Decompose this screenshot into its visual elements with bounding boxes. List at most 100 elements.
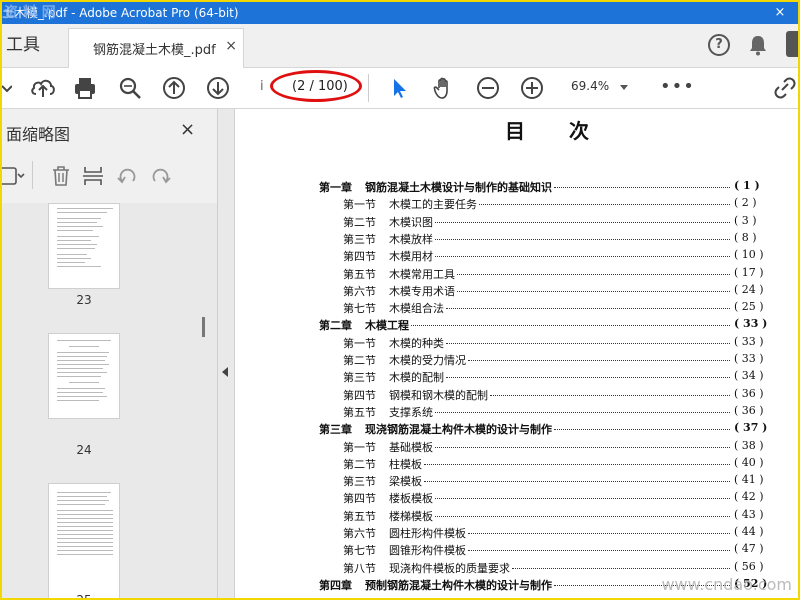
thumbnail-page-23[interactable]	[48, 203, 120, 289]
toc-page-number: ( 33 )	[734, 352, 764, 365]
thumbnail-page-25[interactable]	[48, 483, 120, 598]
toc-number: 第五节	[343, 267, 376, 281]
toc-leader-dots	[411, 325, 730, 327]
panel-collapse-handle[interactable]	[218, 109, 235, 598]
tab-document-label: 钢筋混凝土木模_.pdf	[93, 43, 216, 58]
toc-number: 第四节	[343, 388, 376, 402]
toc-number: 第二节	[343, 215, 376, 229]
thumbnail-page-number: 24	[76, 443, 92, 457]
page-up-icon[interactable]	[162, 76, 186, 100]
toc-section-row[interactable]: 第一节 木模工的主要任务 ( 2 )	[343, 196, 780, 213]
toc-title: 基础模板	[389, 440, 433, 454]
toc-leader-dots	[424, 481, 730, 483]
options-icon[interactable]	[2, 165, 25, 187]
toc-section-row[interactable]: 第四节 楼板模板 ( 42 )	[343, 490, 780, 507]
zoom-in-icon[interactable]	[520, 76, 544, 100]
toc-leader-dots	[435, 221, 730, 223]
tab-tools[interactable]: 工具	[2, 24, 64, 67]
toc-section-row[interactable]: 第二节 木模识图 ( 3 )	[343, 214, 780, 231]
redo-rotate-icon[interactable]	[150, 165, 172, 187]
scrollbar-thumb[interactable]	[202, 317, 205, 337]
toc-title: 圆锥形构件模板	[389, 544, 466, 558]
toc-title: 楼梯模板	[389, 509, 433, 523]
toc-section-row[interactable]: 第三节 梁模板 ( 41 )	[343, 473, 780, 490]
insert-pages-icon[interactable]	[82, 165, 104, 187]
panel-close-icon[interactable]: ×	[180, 119, 195, 140]
zoom-out-icon[interactable]	[476, 76, 500, 100]
bell-icon[interactable]	[748, 34, 768, 60]
toc-page-number: ( 44 )	[734, 525, 764, 538]
toc-number: 第七节	[343, 302, 376, 316]
toc-number: 第一节	[343, 198, 376, 212]
toc-section-row[interactable]: 第六节 圆柱形构件模板 ( 44 )	[343, 525, 780, 542]
thumbnail-scrollbar[interactable]	[198, 203, 210, 598]
toc-section-row[interactable]: 第一节 木模的种类 ( 33 )	[343, 335, 780, 352]
toc-section-row[interactable]: 第四节 钢模和钢木模的配制 ( 36 )	[343, 387, 780, 404]
toc-page-number: ( 8 )	[734, 230, 757, 244]
hand-pan-icon[interactable]	[432, 76, 456, 100]
page-number-input[interactable]: i	[260, 79, 270, 97]
thumbnail-list: 23 24 25	[2, 203, 217, 598]
page-down-icon[interactable]	[206, 76, 230, 100]
toc-number: 第二节	[343, 354, 376, 367]
toc-section-row[interactable]: 第五节 楼梯模板 ( 43 )	[343, 508, 780, 525]
panel-toolbar-divider	[32, 161, 33, 189]
chevron-left-icon	[222, 367, 228, 377]
zoom-level-select[interactable]: 69.4%	[571, 79, 609, 93]
toc-number: 第四节	[343, 492, 376, 506]
toc-title: 木模放样	[389, 232, 433, 246]
toc-number: 第一节	[343, 440, 376, 454]
toc-section-row[interactable]: 第五节 木模常用工具 ( 17 )	[343, 266, 780, 283]
tab-document[interactable]: 钢筋混凝土木模_.pdf ×	[68, 28, 244, 68]
toc-section-row[interactable]: 第七节 圆锥形构件模板 ( 47 )	[343, 542, 780, 559]
toc-chapter-row[interactable]: 第二章 木模工程 ( 33 )	[319, 317, 780, 334]
select-arrow-icon[interactable]	[388, 76, 412, 100]
toc-page-number: ( 33 )	[734, 317, 768, 331]
toc-page-number: ( 42 )	[734, 490, 764, 504]
toc-number: 第五节	[343, 509, 376, 523]
panel-title: 面缩略图	[6, 125, 71, 144]
toc-leader-dots	[468, 550, 730, 552]
toc-section-row[interactable]: 第一节 基础模板 ( 38 )	[343, 439, 780, 456]
toc-page-number: ( 56 )	[734, 559, 764, 573]
toc-leader-dots	[446, 308, 730, 310]
toc-leader-dots	[446, 342, 730, 344]
thumbnail-page-number: 23	[76, 293, 92, 307]
toc-leader-dots	[435, 411, 730, 413]
toc-section-row[interactable]: 第二节 柱模板 ( 40 )	[343, 456, 780, 473]
toc-title: 圆柱形构件模板	[389, 527, 466, 540]
account-icon[interactable]	[786, 31, 798, 57]
zoom-search-icon[interactable]	[118, 76, 142, 100]
more-tools-icon[interactable]: •••	[660, 76, 695, 97]
toc-section-row[interactable]: 第五节 支撑系统 ( 36 )	[343, 404, 780, 421]
toc-page-number: ( 34 )	[734, 369, 764, 383]
toc-title: 楼板模板	[389, 492, 433, 506]
toc-section-row[interactable]: 第四节 木模用材 ( 10 )	[343, 248, 780, 265]
toc-leader-dots	[490, 394, 730, 396]
undo-rotate-icon[interactable]	[116, 165, 138, 187]
printer-icon[interactable]	[73, 76, 97, 100]
watermark-logo: 资 料 网	[4, 5, 56, 21]
cloud-upload-icon[interactable]	[30, 76, 55, 100]
delete-icon[interactable]	[50, 165, 72, 187]
toc-section-row[interactable]: 第三节 木模的配制 ( 34 )	[343, 369, 780, 386]
toc-page-number: ( 47 )	[734, 542, 764, 556]
toc-chapter-row[interactable]: 第一章 钢筋混凝土木模设计与制作的基础知识 ( 1 )	[319, 179, 780, 196]
toc-section-row[interactable]: 第二节 木模的受力情况 ( 33 )	[343, 352, 780, 369]
toc-leader-dots	[554, 429, 730, 431]
help-icon[interactable]: ?	[708, 34, 730, 56]
window-close-button[interactable]: ×	[772, 2, 788, 24]
thumbnail-page-24[interactable]	[48, 333, 120, 419]
toc-section-row[interactable]: 第七节 木模组合法 ( 25 )	[343, 300, 780, 317]
share-link-icon[interactable]	[772, 76, 796, 100]
toc-leader-dots	[457, 290, 730, 292]
tab-close-icon[interactable]: ×	[225, 38, 237, 54]
zoom-dropdown-caret-icon[interactable]	[620, 85, 628, 90]
toc-number: 第五节	[343, 405, 376, 419]
toc-chapter-row[interactable]: 第三章 现浇钢筋混凝土构件木模的设计与制作 ( 37 )	[319, 421, 780, 438]
toc-section-row[interactable]: 第三节 木模放样 ( 8 )	[343, 231, 780, 248]
toc-page-number: ( 43 )	[734, 507, 764, 521]
toc-section-row[interactable]: 第六节 木模专用术语 ( 24 )	[343, 283, 780, 300]
toc-title: 木模常用工具	[389, 267, 455, 281]
chevron-down-icon[interactable]	[2, 76, 26, 100]
